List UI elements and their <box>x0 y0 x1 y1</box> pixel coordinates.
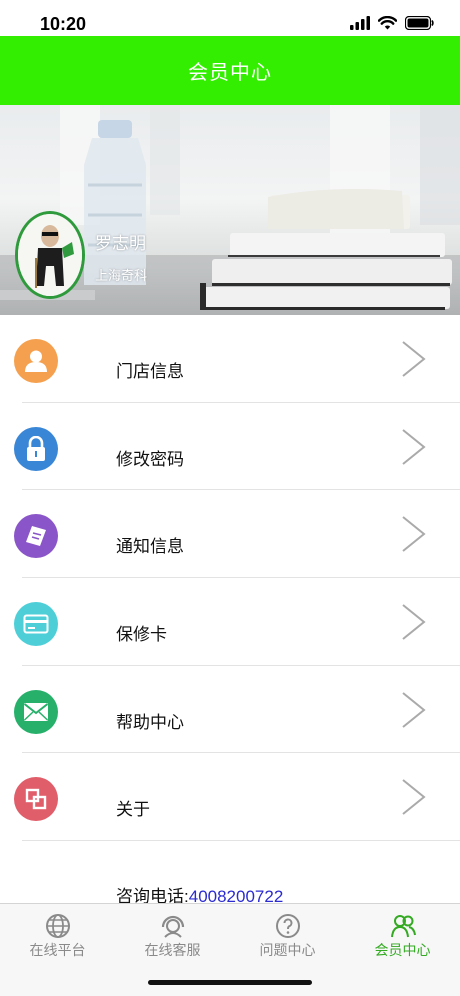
page-title: 会员中心 <box>188 62 272 84</box>
status-icons <box>350 16 434 30</box>
chevron-right-icon <box>402 691 426 728</box>
profile-banner: 罗志明 上海奇科 <box>0 105 460 315</box>
chevron-right-icon <box>402 341 426 377</box>
menu-item-label: 保修卡 <box>116 625 167 645</box>
avatar-figure-image <box>18 214 82 296</box>
tab-question-center[interactable]: 问题中心 <box>230 904 345 964</box>
chevron-right-icon <box>402 604 426 640</box>
nav-bar: 会员中心 <box>0 36 460 105</box>
chevron-right-icon <box>402 428 426 465</box>
avatar[interactable] <box>15 211 85 299</box>
divider <box>22 840 460 842</box>
about-icon <box>14 777 58 822</box>
menu-list: 门店信息 修改密码 通知信息 保修卡 帮助中心 关于 <box>0 315 460 842</box>
status-bar: 10:20 <box>0 0 460 36</box>
menu-item-notifications[interactable]: 通知信息 <box>0 490 460 579</box>
card-icon <box>14 602 58 647</box>
menu-item-warranty-card[interactable]: 保修卡 <box>0 578 460 666</box>
menu-item-label: 修改密码 <box>116 449 184 469</box>
signal-icon <box>350 16 370 30</box>
menu-item-label: 门店信息 <box>116 362 184 381</box>
user-name: 罗志明 <box>95 234 146 253</box>
home-indicator <box>148 980 312 985</box>
status-time: 10:20 <box>40 14 87 34</box>
user-company: 上海奇科 <box>95 268 148 283</box>
members-icon <box>390 915 416 938</box>
question-icon <box>275 914 300 938</box>
menu-item-label: 帮助中心 <box>116 712 184 732</box>
menu-item-label: 关于 <box>116 800 150 820</box>
battery-icon <box>405 16 434 30</box>
lock-icon <box>14 426 58 471</box>
menu-item-store-info[interactable]: 门店信息 <box>0 315 460 403</box>
menu-item-help-center[interactable]: 帮助中心 <box>0 666 460 754</box>
menu-item-change-password[interactable]: 修改密码 <box>0 403 460 491</box>
tab-online-platform[interactable]: 在线平台 <box>0 904 115 964</box>
wifi-icon <box>378 16 397 30</box>
tab-label: 会员中心 <box>374 942 431 958</box>
tab-label: 在线平台 <box>29 942 86 958</box>
tab-member-center[interactable]: 会员中心 <box>345 904 460 964</box>
tab-label: 在线客服 <box>144 942 201 958</box>
person-icon <box>14 339 58 383</box>
chevron-right-icon <box>402 516 426 553</box>
globe-icon <box>45 914 70 938</box>
menu-item-about[interactable]: 关于 <box>0 753 460 842</box>
chevron-right-icon <box>402 779 426 816</box>
menu-item-label: 通知信息 <box>116 537 184 557</box>
tab-label: 问题中心 <box>259 942 316 958</box>
notebook-icon <box>14 514 58 559</box>
headset-icon <box>161 915 184 938</box>
tab-online-service[interactable]: 在线客服 <box>115 904 230 964</box>
mail-icon <box>14 689 58 734</box>
